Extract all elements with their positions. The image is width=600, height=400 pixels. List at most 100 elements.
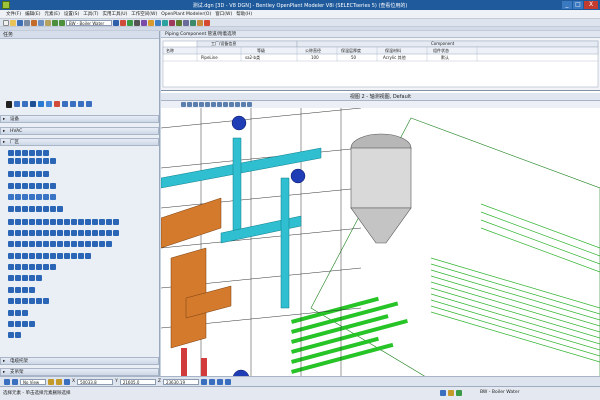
platform-icon[interactable] [64, 230, 70, 236]
gasket-icon[interactable] [22, 206, 28, 212]
locks-icon[interactable] [440, 390, 446, 396]
fit-view-icon[interactable] [211, 102, 216, 107]
group-icon[interactable] [15, 321, 21, 327]
diffuser-icon[interactable] [36, 241, 42, 247]
beam-icon[interactable] [92, 230, 98, 236]
measure-icon[interactable] [22, 275, 28, 281]
reducer-icon[interactable] [29, 150, 35, 156]
render-mode-icon[interactable] [241, 102, 246, 107]
about-icon[interactable] [8, 332, 14, 338]
junction-icon[interactable] [106, 241, 112, 247]
guide-icon[interactable] [22, 194, 28, 200]
warning-icon[interactable] [448, 390, 454, 396]
column-steel-icon[interactable] [99, 230, 105, 236]
menu-utilities[interactable]: 实用工具(U) [102, 11, 127, 17]
column-icon[interactable] [43, 230, 49, 236]
place-circle-icon[interactable] [38, 101, 44, 107]
olet-icon[interactable] [22, 158, 28, 164]
export-icon[interactable] [113, 219, 119, 225]
keyin-icon[interactable] [183, 19, 189, 26]
cap-icon[interactable] [36, 150, 42, 156]
spec-break-icon[interactable] [15, 206, 21, 212]
valve-plug-icon[interactable] [43, 171, 49, 177]
references-icon[interactable] [190, 19, 196, 26]
redo-icon[interactable] [59, 19, 65, 26]
place-shape-icon[interactable] [22, 101, 28, 107]
copy-component-icon[interactable] [29, 219, 35, 225]
trunnion-icon[interactable] [50, 194, 56, 200]
modify-icon[interactable] [8, 219, 14, 225]
window-area-icon[interactable] [205, 102, 210, 107]
view-window[interactable]: 视图 2 - 轴测视图, Default [161, 93, 600, 386]
section-hvac[interactable]: HVAC [0, 127, 159, 135]
menu-help[interactable]: 帮助(H) [236, 11, 252, 17]
union-icon[interactable] [15, 158, 21, 164]
log-icon[interactable] [29, 321, 35, 327]
valve-gate-icon[interactable] [8, 171, 14, 177]
cable-icon[interactable] [99, 241, 105, 247]
isolate-icon[interactable] [22, 264, 28, 270]
maximize-button[interactable]: □ [573, 1, 583, 9]
render-icon[interactable] [36, 264, 42, 270]
grating-icon[interactable] [113, 230, 119, 236]
stair-icon[interactable] [78, 230, 84, 236]
template-icon[interactable] [162, 19, 168, 26]
detail-icon[interactable] [64, 253, 70, 259]
query-icon[interactable] [8, 275, 14, 281]
priority-icon[interactable] [148, 19, 154, 26]
menu-window[interactable]: 窗口(W) [215, 11, 232, 17]
model-combo[interactable]: BW - Boiler Water [66, 19, 112, 26]
section-icon[interactable] [57, 253, 63, 259]
move-icon[interactable] [62, 101, 68, 107]
tray-elbow-icon[interactable] [71, 241, 77, 247]
zoom-out-icon[interactable] [199, 102, 204, 107]
value-size[interactable]: 100 [311, 55, 319, 60]
zoom-in-icon[interactable] [193, 102, 198, 107]
view-previous-icon[interactable] [229, 102, 234, 107]
revision-icon[interactable] [50, 253, 56, 259]
paste-icon[interactable] [45, 19, 51, 26]
valve-globe-icon[interactable] [15, 171, 21, 177]
pan-view-icon[interactable] [223, 102, 228, 107]
rotate-component-icon[interactable] [15, 219, 21, 225]
minimize-button[interactable]: _ [562, 1, 572, 9]
valve-butterfly-icon[interactable] [36, 171, 42, 177]
level-icon[interactable] [113, 19, 119, 26]
value-spec[interactable]: sa2-b类 [245, 55, 260, 61]
view-next-icon[interactable] [235, 102, 240, 107]
label-icon[interactable] [15, 253, 21, 259]
class-icon[interactable] [155, 19, 161, 26]
origin-icon[interactable] [64, 378, 70, 385]
weld-icon[interactable] [36, 206, 42, 212]
silencer-icon[interactable] [57, 241, 63, 247]
cross-icon[interactable] [29, 158, 35, 164]
user-icon[interactable] [8, 321, 14, 327]
accudraw-icon[interactable] [176, 19, 182, 26]
rotate-icon[interactable] [70, 101, 76, 107]
menu-element[interactable]: 元素(E) [44, 11, 59, 17]
route-icon[interactable] [43, 206, 49, 212]
open-folder-icon[interactable] [10, 19, 16, 26]
permissions-icon[interactable] [22, 321, 28, 327]
snap-mode-icon[interactable] [12, 378, 18, 385]
catalog-icon[interactable] [29, 287, 35, 293]
place-arc-icon[interactable] [30, 101, 36, 107]
isometric-icon[interactable] [106, 219, 112, 225]
handrail-icon[interactable] [85, 230, 91, 236]
lock-icon[interactable] [4, 378, 10, 385]
schema-icon[interactable] [29, 298, 35, 304]
orifice-icon[interactable] [43, 183, 49, 189]
new-file-icon[interactable] [3, 19, 9, 26]
transparency-icon[interactable] [141, 19, 147, 26]
clash-icon[interactable] [29, 275, 35, 281]
menu-settings[interactable]: 设置(S) [64, 11, 79, 17]
balloon-icon[interactable] [43, 253, 49, 259]
value-line[interactable]: PipeLine [201, 55, 218, 60]
tray-tee-icon[interactable] [78, 241, 84, 247]
plan-icon[interactable] [78, 253, 84, 259]
trim-icon[interactable] [71, 219, 77, 225]
delete-icon[interactable] [54, 101, 60, 107]
lateral-icon[interactable] [43, 158, 49, 164]
nozzle-icon[interactable] [8, 230, 14, 236]
print-batch-icon[interactable] [15, 310, 21, 316]
